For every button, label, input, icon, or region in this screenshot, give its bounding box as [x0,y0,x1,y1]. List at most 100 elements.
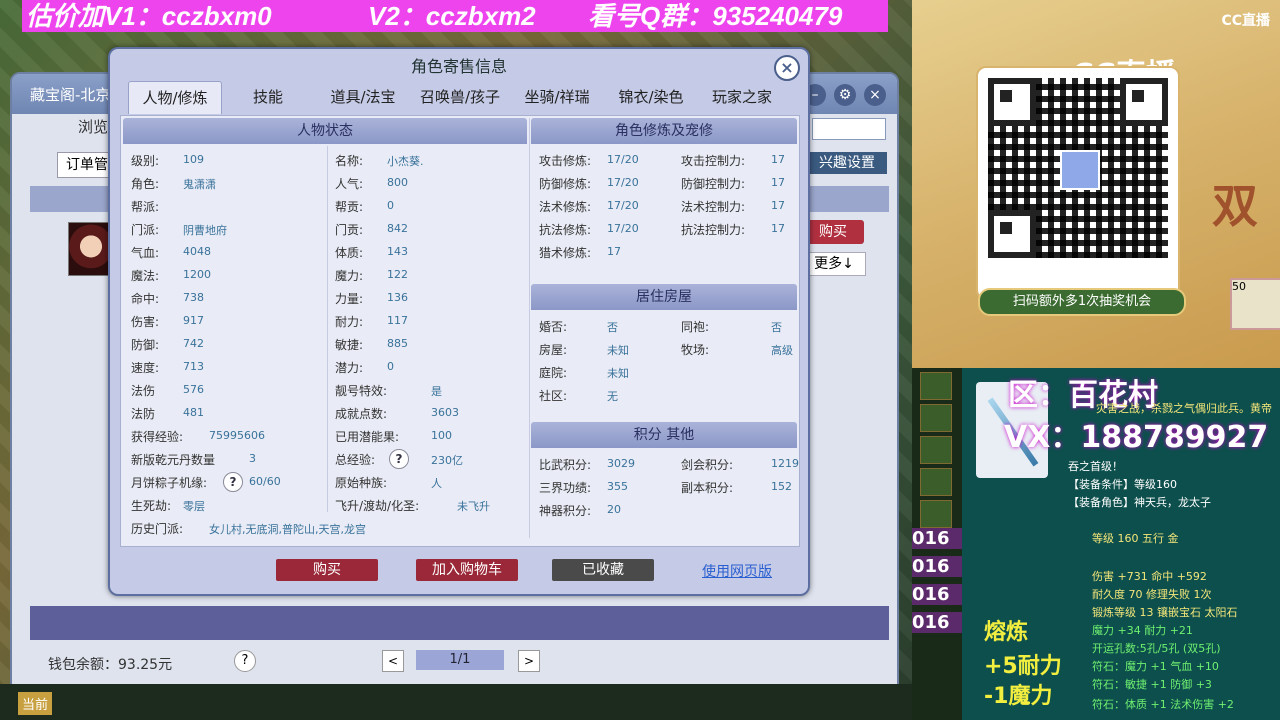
cultivation-label: 猎术修炼: [539,246,592,260]
wallet-balance: 钱包余额：93.25元 [48,657,173,673]
status-label: 速度: [131,361,160,375]
item-line: 【装备角色】神天兵，龙太子 [1068,496,1211,509]
page-indicator: 1/1 [416,650,504,670]
close-icon[interactable]: × [864,84,886,106]
buy-button[interactable]: 购买 [276,559,378,581]
search-input[interactable] [812,118,886,140]
double-text: 双 [1212,179,1258,233]
house-section-header: 居住房屋 [531,284,797,310]
cultivation-label: 法术修炼: [539,200,592,214]
points-label: 神器积分: [539,504,592,518]
item-line: 耐久度 70 修理失败 1次 [1092,588,1212,601]
refine-label: 熔炼 [984,620,1029,645]
side-number: 016 [912,612,962,633]
tab-character[interactable]: 人物/修炼 [128,81,222,114]
equipment-slot-icon [920,372,952,400]
status-value: 4048 [183,245,211,258]
status-value: 小杰葵. [387,155,424,168]
qr-avatar-icon [1060,150,1100,190]
item-line: 符石：敏捷 +1 防御 +3 [1092,678,1212,691]
house-value: 未知 [607,367,629,380]
status-value: 未飞升 [457,500,490,513]
status-value: 1200 [183,268,211,281]
status-label: 成就点数: [335,407,388,421]
panel-title: 藏宝阁-北京 [30,86,111,104]
tab-items[interactable]: 道具/法宝 [322,81,404,113]
points-label: 比武积分: [539,458,592,472]
item-info-panel: 016 016 016 016 区：百花村 VX：188789927 灾害之战，… [912,368,1280,720]
minus-magic-label: -1魔力 [984,684,1053,709]
status-label: 魔法: [131,269,160,283]
status-label: 人气: [335,177,364,191]
help-question-icon[interactable]: ? [389,449,409,469]
fifty-card: 50 [1230,278,1280,330]
side-number: 016 [912,528,962,549]
tab-outfits[interactable]: 锦衣/染色 [608,81,694,113]
equipment-slot-icon [920,468,952,496]
house-label: 婚否: [539,320,568,334]
next-page-button[interactable]: > [518,650,540,672]
browse-tab[interactable]: 浏览 [78,116,108,137]
qr-finder-icon [988,78,1036,126]
status-value: 109 [183,153,204,166]
cultivation-label: 抗法控制力: [681,223,746,237]
status-label: 门派: [131,223,160,237]
status-label: 新版乾元丹数量 [131,453,216,467]
status-label: 法防 [131,407,156,421]
item-line: 锻炼等级 13 镶嵌宝石 太阳石 [1092,606,1238,619]
dialog-close-icon[interactable]: × [774,55,800,81]
points-value: 152 [771,480,792,493]
help-question-icon[interactable]: ? [223,472,243,492]
cultivation-label: 抗法修炼: [539,223,592,237]
stream-promo-panel: CC直播 CC直播 扫码额外多1次抽奖机会 双 50 [912,0,1280,368]
favorited-button[interactable]: 已收藏 [552,559,654,581]
more-button[interactable]: 更多↓ [802,252,866,276]
status-label: 帮派: [131,200,160,214]
add-to-cart-button[interactable]: 加入购物车 [416,559,518,581]
status-value: 136 [387,291,408,304]
help-icon[interactable]: ? [234,650,256,672]
points-section-header: 积分 其他 [531,422,797,448]
status-label: 敏捷: [335,338,364,352]
item-line: 魔力 +34 耐力 +21 [1092,624,1193,637]
history-sect-value: 女儿村,无底洞,普陀山,天宫,龙宫 [209,523,366,536]
house-value: 未知 [607,344,629,357]
price-banner: 估价加V1：cczbxm0 V2：cczbxm2 看号Q群：935240479 [22,0,888,32]
points-label: 剑会积分: [681,458,734,472]
status-label: 体质: [335,246,364,260]
item-line: 等级 160 五行 金 [1092,532,1179,545]
status-value: 人 [431,477,442,490]
points-value: 20 [607,503,621,516]
status-value: 713 [183,360,204,373]
item-line: 开运孔数:5孔/5孔 (双5孔) [1092,642,1221,655]
dialog-tabs: 人物/修炼 技能 道具/法宝 召唤兽/孩子 坐骑/祥瑞 锦衣/染色 玩家之家 [126,81,794,114]
house-value: 无 [607,390,618,403]
section-divider [529,118,530,538]
prev-page-button[interactable]: < [382,650,404,672]
tab-pets[interactable]: 召唤兽/孩子 [414,81,506,113]
current-channel-button[interactable]: 当前 [18,692,53,715]
house-value: 高级 [771,344,793,357]
use-web-version-link[interactable]: 使用网页版 [702,561,772,581]
status-label: 月饼粽子机缘: [131,476,208,490]
status-value: 230亿 [431,454,463,467]
chat-bar: 当前 [0,684,912,720]
house-label: 牧场: [681,343,710,357]
house-label: 社区: [539,389,568,403]
tab-mounts[interactable]: 坐骑/祥瑞 [514,81,600,113]
tab-skills[interactable]: 技能 [230,81,306,113]
status-label: 总经验: [335,453,376,467]
list-buy-button[interactable]: 购买 [802,220,864,244]
settings-gear-icon[interactable]: ⚙ [834,84,856,106]
banner-price: 估价加V1：cczbxm0 [26,1,272,31]
side-number: 016 [912,584,962,605]
status-value: 零层 [183,500,205,513]
status-divider [327,146,328,512]
equipment-slot-icon [920,404,952,432]
status-value: 143 [387,245,408,258]
status-label: 气血: [131,246,160,260]
cultivation-value: 17 [771,222,785,235]
tab-home[interactable]: 玩家之家 [700,81,784,113]
interest-settings-button[interactable]: 兴趣设置 [807,152,887,174]
status-label: 靓号特效: [335,384,388,398]
